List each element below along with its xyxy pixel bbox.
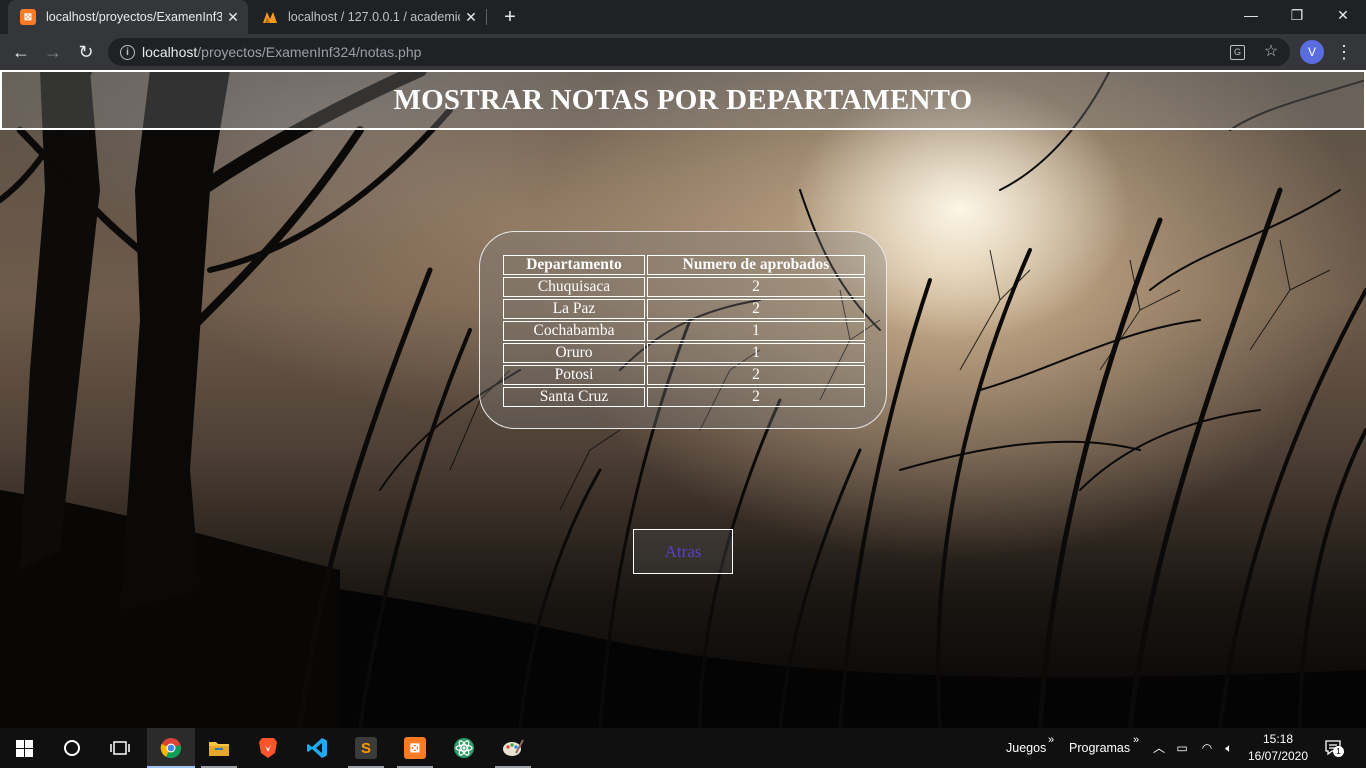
table-row: Santa Cruz 2 [503,387,865,407]
atras-link-button[interactable]: Atras [633,529,733,574]
atom-icon [454,738,474,758]
brave-lion-icon [259,738,277,758]
chrome-icon [160,738,182,759]
tab-separator [486,9,487,25]
vscode-icon [307,738,327,758]
column-header-departamento: Departamento [503,255,645,275]
volume-icon[interactable]: 🔈︎ [1221,740,1237,756]
url-path: /proyectos/ExamenInf324/notas.php [197,44,422,60]
chevron-up-icon[interactable]: ︿ [1151,740,1167,756]
table-row: Potosi 2 [503,365,865,385]
paint-palette-icon [503,739,524,756]
cell-aprobados: 2 [647,299,865,319]
bookmark-star-icon[interactable]: ☆ [1262,43,1280,61]
new-tab-button[interactable]: + [498,4,522,30]
cell-aprobados: 1 [647,343,865,363]
close-tab-icon[interactable]: ✕ [222,9,244,26]
tab-title: localhost/proyectos/ExamenInf324 [46,10,222,24]
cell-departamento: Potosi [503,365,645,385]
cell-aprobados: 2 [647,277,865,297]
cell-departamento: Chuquisaca [503,277,645,297]
phpmyadmin-favicon-icon [262,9,278,25]
notification-badge: 1 [1333,746,1344,757]
taskbar-brave[interactable] [244,728,292,768]
info-icon[interactable]: i [120,45,135,60]
tab-notas[interactable]: ⊠ localhost/proyectos/ExamenInf324 ✕ [8,0,248,34]
start-button[interactable] [0,728,48,768]
cell-aprobados: 2 [647,387,865,407]
translate-icon[interactable]: G [1230,45,1245,60]
windows-taskbar: S ⊠ Juegos » Programas » ︿ ▭ ◠ 🔈︎ 15:18 … [0,728,1366,768]
clock-time: 15:18 [1262,732,1294,746]
close-tab-icon[interactable]: ✕ [460,9,482,26]
taskbar-vscode[interactable] [293,728,341,768]
cell-aprobados: 2 [647,365,865,385]
page-header: MOSTRAR NOTAS POR DEPARTAMENTO [0,70,1366,130]
cell-aprobados: 1 [647,321,865,341]
tab-title: localhost / 127.0.0.1 / academico [288,10,460,24]
results-panel: Departamento Numero de aprobados Chuquis… [479,231,887,429]
restore-icon[interactable]: ❐ [1274,0,1320,30]
forward-arrow-icon[interactable]: → [41,40,65,64]
close-window-icon[interactable]: ✕ [1320,0,1366,30]
xampp-favicon-icon: ⊠ [20,9,36,25]
juegos-expand-icon[interactable]: » [1048,720,1054,760]
table-header-row: Departamento Numero de aprobados [503,255,865,275]
xampp-icon: ⊠ [404,737,426,759]
wifi-icon[interactable]: ◠ [1199,740,1215,756]
taskbar-file-explorer[interactable] [195,728,243,768]
taskbar-chrome[interactable] [147,728,195,768]
system-clock[interactable]: 15:18 16/07/2020 [1246,731,1310,765]
notifications-button[interactable]: 1 [1324,738,1344,758]
table-row: La Paz 2 [503,299,865,319]
windows-logo-icon [15,739,33,757]
page-title: MOSTRAR NOTAS POR DEPARTAMENTO [393,83,973,116]
taskbar-paint[interactable] [489,728,537,768]
programas-expand-icon[interactable]: » [1133,720,1139,760]
browser-toolbar: ← → ↻ i localhost/proyectos/ExamenInf324… [0,34,1366,70]
page-viewport: MOSTRAR NOTAS POR DEPARTAMENTO Departame… [0,70,1366,728]
column-header-aprobados: Numero de aprobados [647,255,865,275]
cortana-search-button[interactable] [48,728,96,768]
cell-departamento: Cochabamba [503,321,645,341]
table-row: Oruro 1 [503,343,865,363]
kebab-menu-icon[interactable]: ⋮ [1334,40,1354,64]
cell-departamento: Santa Cruz [503,387,645,407]
cell-departamento: Oruro [503,343,645,363]
taskbar-sublime-text[interactable]: S [342,728,390,768]
profile-avatar[interactable]: V [1300,40,1324,64]
task-view-button[interactable] [96,728,144,768]
notas-table: Departamento Numero de aprobados Chuquis… [501,253,867,409]
browser-tabstrip: ⊠ localhost/proyectos/ExamenInf324 ✕ loc… [0,0,1366,34]
clock-date: 16/07/2020 [1247,749,1309,763]
battery-icon[interactable]: ▭ [1174,740,1190,756]
cell-departamento: La Paz [503,299,645,319]
folder-icon [209,742,229,756]
url-host: localhost [142,44,198,60]
taskbar-atom[interactable] [440,728,488,768]
reload-icon[interactable]: ↻ [74,40,98,64]
table-row: Chuquisaca 2 [503,277,865,297]
taskbar-xampp[interactable]: ⊠ [391,728,439,768]
back-arrow-icon[interactable]: ← [9,40,33,64]
task-view-icon [110,741,130,755]
minimize-icon[interactable]: — [1228,0,1274,30]
sublime-text-icon: S [355,737,377,759]
tab-phpmyadmin[interactable]: localhost / 127.0.0.1 / academico ✕ [250,0,486,34]
table-row: Cochabamba 1 [503,321,865,341]
toolbar-juegos[interactable]: Juegos [1006,728,1046,768]
url-text[interactable]: localhost/proyectos/ExamenInf324/notas.p… [142,38,421,66]
toolbar-programas[interactable]: Programas [1069,728,1130,768]
address-bar[interactable]: i localhost/proyectos/ExamenInf324/notas… [108,38,1290,66]
cortana-circle-icon [64,740,80,756]
